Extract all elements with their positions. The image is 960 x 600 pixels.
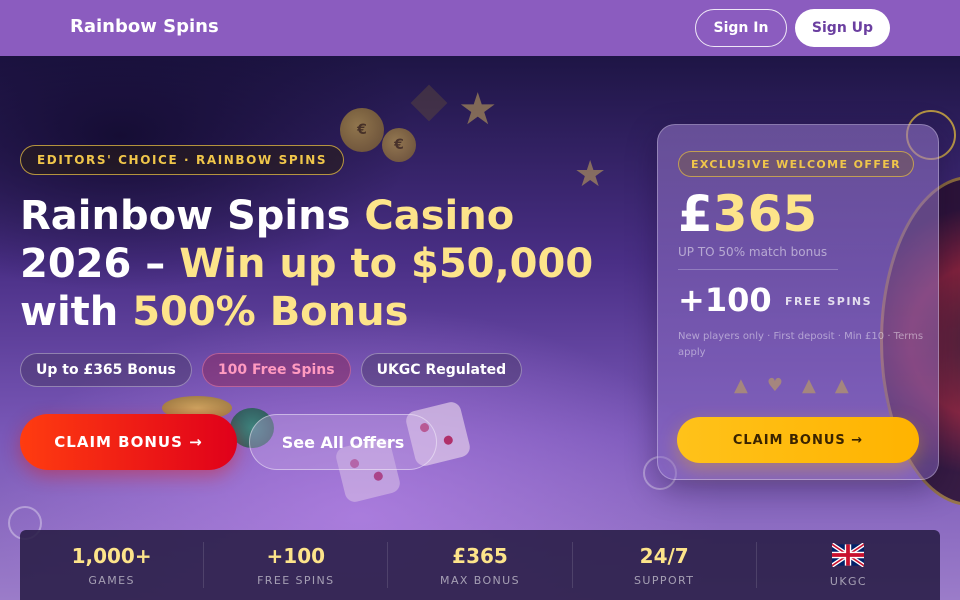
stat-label: UKGC <box>829 574 867 588</box>
spade-icon: ▲ <box>734 375 748 396</box>
stat-games: 1,000+ GAMES <box>20 542 205 588</box>
stat-max-bonus: £365 MAX BONUS <box>388 542 573 588</box>
sign-up-button[interactable]: Sign Up <box>795 9 890 47</box>
hero-section: € € ★ ★ EDITORS' CHOICE · RAINBOW SPINS … <box>0 56 960 600</box>
hero-headline: Rainbow Spins Casino 2026 – Win up to $5… <box>20 193 594 335</box>
diamond-icon <box>410 84 448 122</box>
spade-icon: ▲ <box>834 375 849 396</box>
stats-bar: 1,000+ GAMES +100 FREE SPINS £365 MAX BO… <box>20 530 940 600</box>
offer-amount: £365 <box>678 185 818 243</box>
chip-ukgc: UKGC Regulated <box>360 353 523 387</box>
editors-choice-badge: EDITORS' CHOICE · RAINBOW SPINS <box>20 145 345 175</box>
stat-value: 1,000+ <box>71 543 152 568</box>
stat-label: MAX BONUS <box>440 573 520 587</box>
chip-free-spins: 100 Free Spins <box>201 353 351 387</box>
card-suits: ▲ ♥ ▲ ▲ <box>734 375 849 396</box>
stat-value: 24/7 <box>639 543 689 568</box>
claim-bonus-button[interactable]: CLAIM BONUS → <box>20 414 237 470</box>
club-icon: ▲ <box>801 375 816 396</box>
coin-icon: € <box>382 128 416 162</box>
stat-support: 24/7 SUPPORT <box>573 542 757 588</box>
stat-value: +100 <box>266 543 326 568</box>
star-icon: ★ <box>458 84 498 135</box>
offer-claim-bonus-button[interactable]: CLAIM BONUS → <box>677 417 919 463</box>
divider <box>678 269 838 270</box>
see-all-offers-button[interactable]: See All Offers <box>249 414 437 470</box>
offer-terms: New players only · First deposit · Min £… <box>678 331 924 358</box>
brand-logo-text[interactable]: Rainbow Spins <box>70 16 219 37</box>
uk-flag-icon <box>832 542 865 567</box>
welcome-offer-card: EXCLUSIVE WELCOME OFFER £365 UP TO 50% m… <box>657 124 939 480</box>
feature-chips: Up to £365 Bonus 100 Free Spins UKGC Reg… <box>20 353 523 387</box>
sign-in-button[interactable]: Sign In <box>695 9 787 47</box>
heart-icon: ♥ <box>766 375 783 396</box>
stat-free-spins: +100 FREE SPINS <box>204 542 389 588</box>
stat-value: £365 <box>452 543 508 568</box>
offer-spins: +100 <box>678 281 772 319</box>
top-nav: Rainbow Spins Sign In Sign Up <box>0 0 960 56</box>
stat-label: SUPPORT <box>634 573 695 587</box>
stat-ukgc: UKGC <box>757 542 940 588</box>
offer-tag: EXCLUSIVE WELCOME OFFER <box>678 151 915 177</box>
stat-label: GAMES <box>88 573 135 587</box>
stat-label: FREE SPINS <box>257 573 335 587</box>
star-icon: ★ <box>574 154 607 195</box>
offer-spins-label: FREE SPINS <box>785 295 873 308</box>
offer-match-text: UP TO 50% match bonus <box>678 245 828 259</box>
coin-icon: € <box>340 108 384 152</box>
chip-bonus: Up to £365 Bonus <box>20 353 192 387</box>
